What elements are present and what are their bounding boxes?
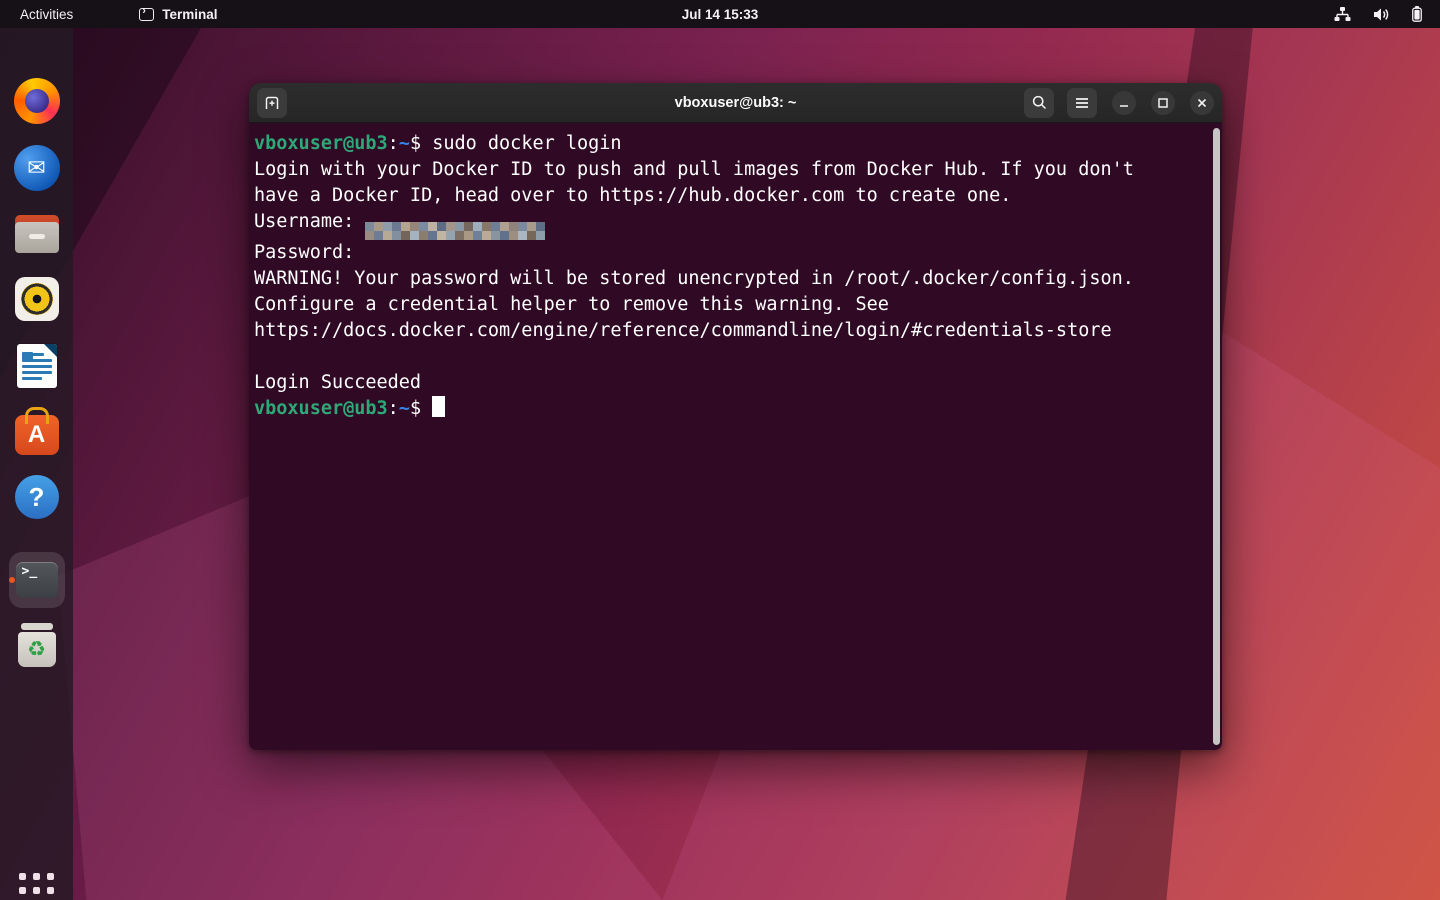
terminal-line: Password: [254, 240, 1204, 266]
new-tab-button[interactable] [257, 88, 287, 118]
search-button[interactable] [1024, 88, 1054, 118]
maximize-button[interactable] [1151, 91, 1175, 115]
focused-app-menu[interactable]: Terminal [139, 7, 217, 22]
terminal-line: Configure a credential helper to remove … [254, 292, 1204, 318]
volume-icon [1373, 7, 1390, 22]
terminal-text-segment: Login with your Docker ID to push and pu… [254, 159, 1134, 180]
terminal-text-segment: WARNING! Your password will be stored un… [254, 268, 1134, 289]
close-icon [1197, 98, 1207, 108]
files-icon [15, 215, 59, 253]
trash-icon: ♻ [18, 623, 56, 667]
dock-item-help[interactable]: ? [0, 475, 73, 519]
battery-icon [1412, 6, 1422, 22]
terminal-window: vboxuser@ub3: ~ [249, 83, 1222, 750]
terminal-text-segment: Username: [254, 211, 365, 232]
terminal-text-segment: https://docs.docker.com/engine/reference… [254, 320, 1112, 341]
active-app-highlight: >_ [9, 552, 65, 608]
terminal-text-segment: $ [410, 398, 432, 419]
terminal-content[interactable]: vboxuser@ub3:~$ sudo docker loginLogin w… [249, 123, 1222, 750]
terminal-line: have a Docker ID, head over to https://h… [254, 183, 1204, 209]
terminal-line: vboxuser@ub3:~$ sudo docker login [254, 131, 1204, 157]
minimize-icon [1119, 98, 1129, 108]
dock: ✉ A ? >_ ♻ [0, 28, 73, 900]
dock-item-files[interactable] [0, 215, 73, 253]
terminal-icon: >_ [16, 562, 58, 598]
close-button[interactable] [1190, 91, 1214, 115]
terminal-line: WARNING! Your password will be stored un… [254, 266, 1204, 292]
system-status-area[interactable] [1334, 0, 1440, 28]
terminal-app-icon [139, 8, 154, 21]
terminal-text-segment: vboxuser@ub3 [254, 398, 388, 419]
dock-item-app-grid[interactable] [0, 872, 73, 900]
terminal-cursor [432, 396, 445, 417]
dock-item-terminal[interactable]: >_ [0, 552, 73, 608]
focused-app-label: Terminal [162, 7, 217, 22]
menu-button[interactable] [1067, 88, 1097, 118]
rhythmbox-icon [15, 277, 59, 321]
dock-item-firefox[interactable] [0, 78, 73, 124]
terminal-text-segment: Login Succeeded [254, 372, 421, 393]
terminal-text-segment: ~ [399, 398, 410, 419]
ubuntu-software-icon: A [15, 415, 59, 455]
dock-item-trash[interactable]: ♻ [0, 623, 73, 667]
help-icon: ? [15, 475, 59, 519]
terminal-line: https://docs.docker.com/engine/reference… [254, 318, 1204, 344]
hamburger-menu-icon [1075, 97, 1089, 109]
terminal-text-segment: vboxuser@ub3 [254, 133, 388, 154]
terminal-output: vboxuser@ub3:~$ sudo docker loginLogin w… [254, 131, 1204, 422]
terminal-text-segment: have a Docker ID, head over to https://h… [254, 185, 1011, 206]
terminal-text-segment: : [388, 133, 399, 154]
terminal-line: vboxuser@ub3:~$ [254, 396, 1204, 422]
running-indicator [9, 577, 15, 583]
activities-button[interactable]: Activities [0, 0, 93, 28]
firefox-icon [14, 78, 60, 124]
terminal-text-segment: Password: [254, 242, 354, 263]
maximize-icon [1158, 98, 1168, 108]
terminal-line: Login Succeeded [254, 370, 1204, 396]
libreoffice-writer-icon [17, 344, 57, 388]
new-tab-icon [264, 96, 280, 110]
dock-item-thunderbird[interactable]: ✉ [0, 145, 73, 191]
scrollbar[interactable] [1213, 128, 1220, 745]
redacted-username [365, 222, 545, 240]
network-icon [1334, 7, 1351, 22]
terminal-text-segment: Configure a credential helper to remove … [254, 294, 889, 315]
dock-item-libreoffice-writer[interactable] [0, 344, 73, 388]
dock-item-ubuntu-software[interactable]: A [0, 409, 73, 455]
search-icon [1032, 95, 1047, 110]
desktop-wallpaper: Activities Terminal Jul 14 15:33 [0, 0, 1440, 900]
terminal-text-segment: $ sudo docker login [410, 133, 622, 154]
minimize-button[interactable] [1112, 91, 1136, 115]
terminal-text-segment: ~ [399, 133, 410, 154]
terminal-text-segment: : [388, 398, 399, 419]
terminal-line [254, 344, 1204, 370]
app-grid-icon [19, 873, 54, 900]
dock-item-rhythmbox[interactable] [0, 277, 73, 321]
terminal-line: Login with your Docker ID to push and pu… [254, 157, 1204, 183]
top-bar: Activities Terminal Jul 14 15:33 [0, 0, 1440, 28]
thunderbird-icon: ✉ [14, 145, 60, 191]
title-bar[interactable]: vboxuser@ub3: ~ [249, 83, 1222, 123]
terminal-line: Username: [254, 209, 1204, 240]
